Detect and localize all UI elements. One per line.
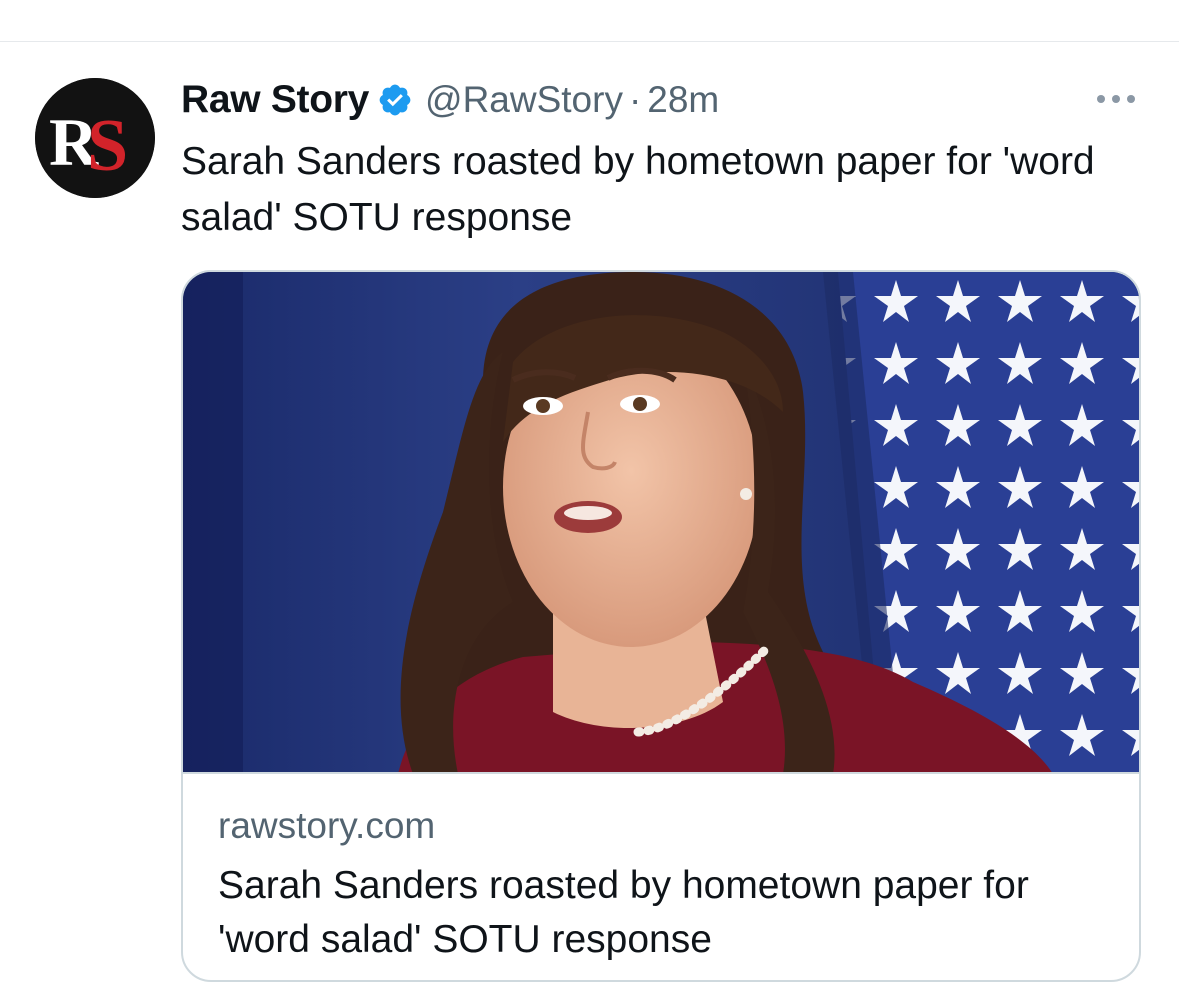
tweet-timestamp[interactable]: 28m: [647, 79, 719, 121]
card-domain: rawstory.com: [218, 805, 436, 846]
raw-story-rs-logo: R S: [35, 78, 155, 198]
avatar[interactable]: R S: [35, 78, 155, 198]
verified-badge-icon: [377, 82, 413, 118]
author-handle[interactable]: @RawStory: [425, 79, 623, 121]
card-title: Sarah Sanders roasted by hometown paper …: [218, 864, 1029, 961]
tweet-header: Raw Story @RawStory · 28m: [181, 76, 719, 124]
card-image[interactable]: [183, 272, 1139, 774]
author-name[interactable]: Raw Story: [181, 78, 369, 122]
tweet-text: Sarah Sanders roasted by hometown paper …: [181, 140, 1095, 239]
more-horizontal-icon: [1097, 95, 1135, 103]
link-card[interactable]: rawstory.com Sarah Sanders roasted by ho…: [181, 270, 1141, 982]
top-divider: [0, 41, 1179, 42]
more-options-button[interactable]: [1092, 84, 1140, 114]
svg-text:S: S: [87, 105, 128, 187]
article-photo: [183, 272, 1139, 772]
separator-dot: ·: [628, 79, 642, 120]
